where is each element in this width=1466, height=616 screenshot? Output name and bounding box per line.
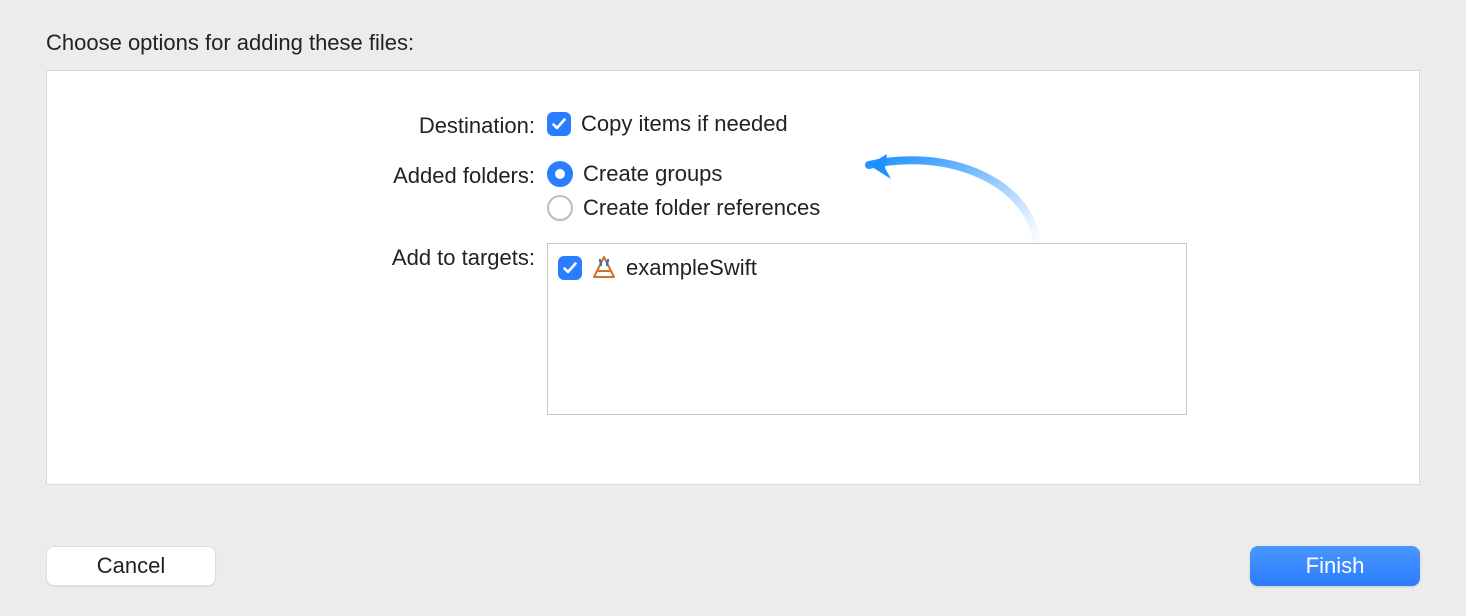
create-groups-radio[interactable] <box>547 161 573 187</box>
options-panel: Destination: Copy items if needed Added … <box>46 70 1420 485</box>
target-checkbox[interactable] <box>558 256 582 280</box>
create-folder-references-label: Create folder references <box>583 195 820 221</box>
dialog-title: Choose options for adding these files: <box>0 0 1466 70</box>
destination-row: Destination: Copy items if needed <box>87 111 1379 139</box>
added-folders-label: Added folders: <box>87 161 547 189</box>
app-icon <box>590 254 618 282</box>
target-item[interactable]: exampleSwift <box>558 254 1176 282</box>
destination-label: Destination: <box>87 111 547 139</box>
targets-list[interactable]: exampleSwift <box>547 243 1187 415</box>
copy-items-checkbox[interactable] <box>547 112 571 136</box>
cancel-button[interactable]: Cancel <box>46 546 216 586</box>
create-groups-label: Create groups <box>583 161 722 187</box>
finish-button[interactable]: Finish <box>1250 546 1420 586</box>
copy-items-label: Copy items if needed <box>581 111 788 137</box>
button-row: Cancel Finish <box>46 546 1420 586</box>
target-name: exampleSwift <box>626 255 757 281</box>
added-folders-row: Added folders: Create groups Create fold… <box>87 161 1379 221</box>
add-to-targets-label: Add to targets: <box>87 243 547 271</box>
create-folder-references-radio[interactable] <box>547 195 573 221</box>
add-to-targets-row: Add to targets: exampleSwi <box>87 243 1379 415</box>
